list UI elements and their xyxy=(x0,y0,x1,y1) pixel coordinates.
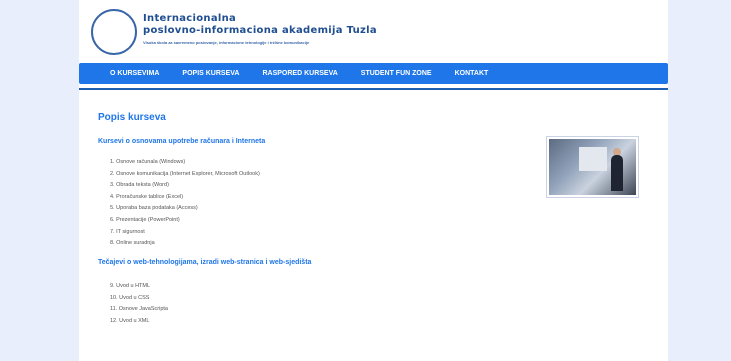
nav-item-kontakt[interactable]: KONTAKT xyxy=(455,70,489,77)
list-item: 5. Uporaba baza podataka (Access) xyxy=(110,205,198,212)
logo-line2: poslovno-informaciona akademija Tuzla xyxy=(143,25,377,36)
nav-divider xyxy=(79,88,668,90)
course-list-basics: 1. Osnove računala (Windows) 2. Osnove k… xyxy=(110,157,260,250)
logo-seal-icon xyxy=(91,9,137,55)
photo-presenter xyxy=(611,155,623,191)
list-item: 2. Osnove komunikacija (Internet Explore… xyxy=(110,170,260,177)
logo-tagline: Visoka škola za savremeno poslovanje, in… xyxy=(143,40,310,45)
photo-whiteboard xyxy=(579,147,607,171)
section-heading-web: Tečajevi o web-tehnologijama, izradi web… xyxy=(98,259,312,266)
list-item: 6. Prezentacije (PowerPoint) xyxy=(110,216,180,223)
site-logo[interactable]: Internacionalna poslovno-informaciona ak… xyxy=(91,9,491,55)
list-item: 8. Online suradnja xyxy=(110,240,155,247)
logo-line1: Internacionalna xyxy=(143,13,237,24)
nav-item-student-fun-zone[interactable]: STUDENT FUN ZONE xyxy=(361,70,432,77)
list-item: 10. Uvod u CSS xyxy=(110,294,150,301)
page-title: Popis kurseva xyxy=(98,112,166,123)
list-item: 3. Obrada teksta (Word) xyxy=(110,182,169,189)
nav-item-o-kursevima[interactable]: O KURSEVIMA xyxy=(110,70,159,77)
list-item: 7. IT sigurnost xyxy=(110,228,145,235)
nav-item-raspored-kurseva[interactable]: RASPORED KURSEVA xyxy=(262,70,337,77)
photo-image xyxy=(549,139,636,195)
list-item: 11. Osnove JavaScripta xyxy=(110,306,168,313)
list-item: 1. Osnove računala (Windows) xyxy=(110,159,186,165)
list-item: 12. Uvod u XML xyxy=(110,317,150,324)
nav-item-popis-kurseva[interactable]: POPIS KURSEVA xyxy=(182,70,239,77)
classroom-photo xyxy=(546,136,639,198)
list-item: 9. Uvod u HTML xyxy=(110,283,151,289)
page-container: Internacionalna poslovno-informaciona ak… xyxy=(79,0,668,361)
main-nav: O KURSEVIMA POPIS KURSEVA RASPORED KURSE… xyxy=(79,63,668,84)
list-item: 4. Proračunske tablice (Excel) xyxy=(110,193,184,200)
course-list-web: 9. Uvod u HTML 10. Uvod u CSS 11. Osnove… xyxy=(110,281,168,327)
section-heading-basics: Kursevi o osnovama upotrebe računara i I… xyxy=(98,138,266,145)
